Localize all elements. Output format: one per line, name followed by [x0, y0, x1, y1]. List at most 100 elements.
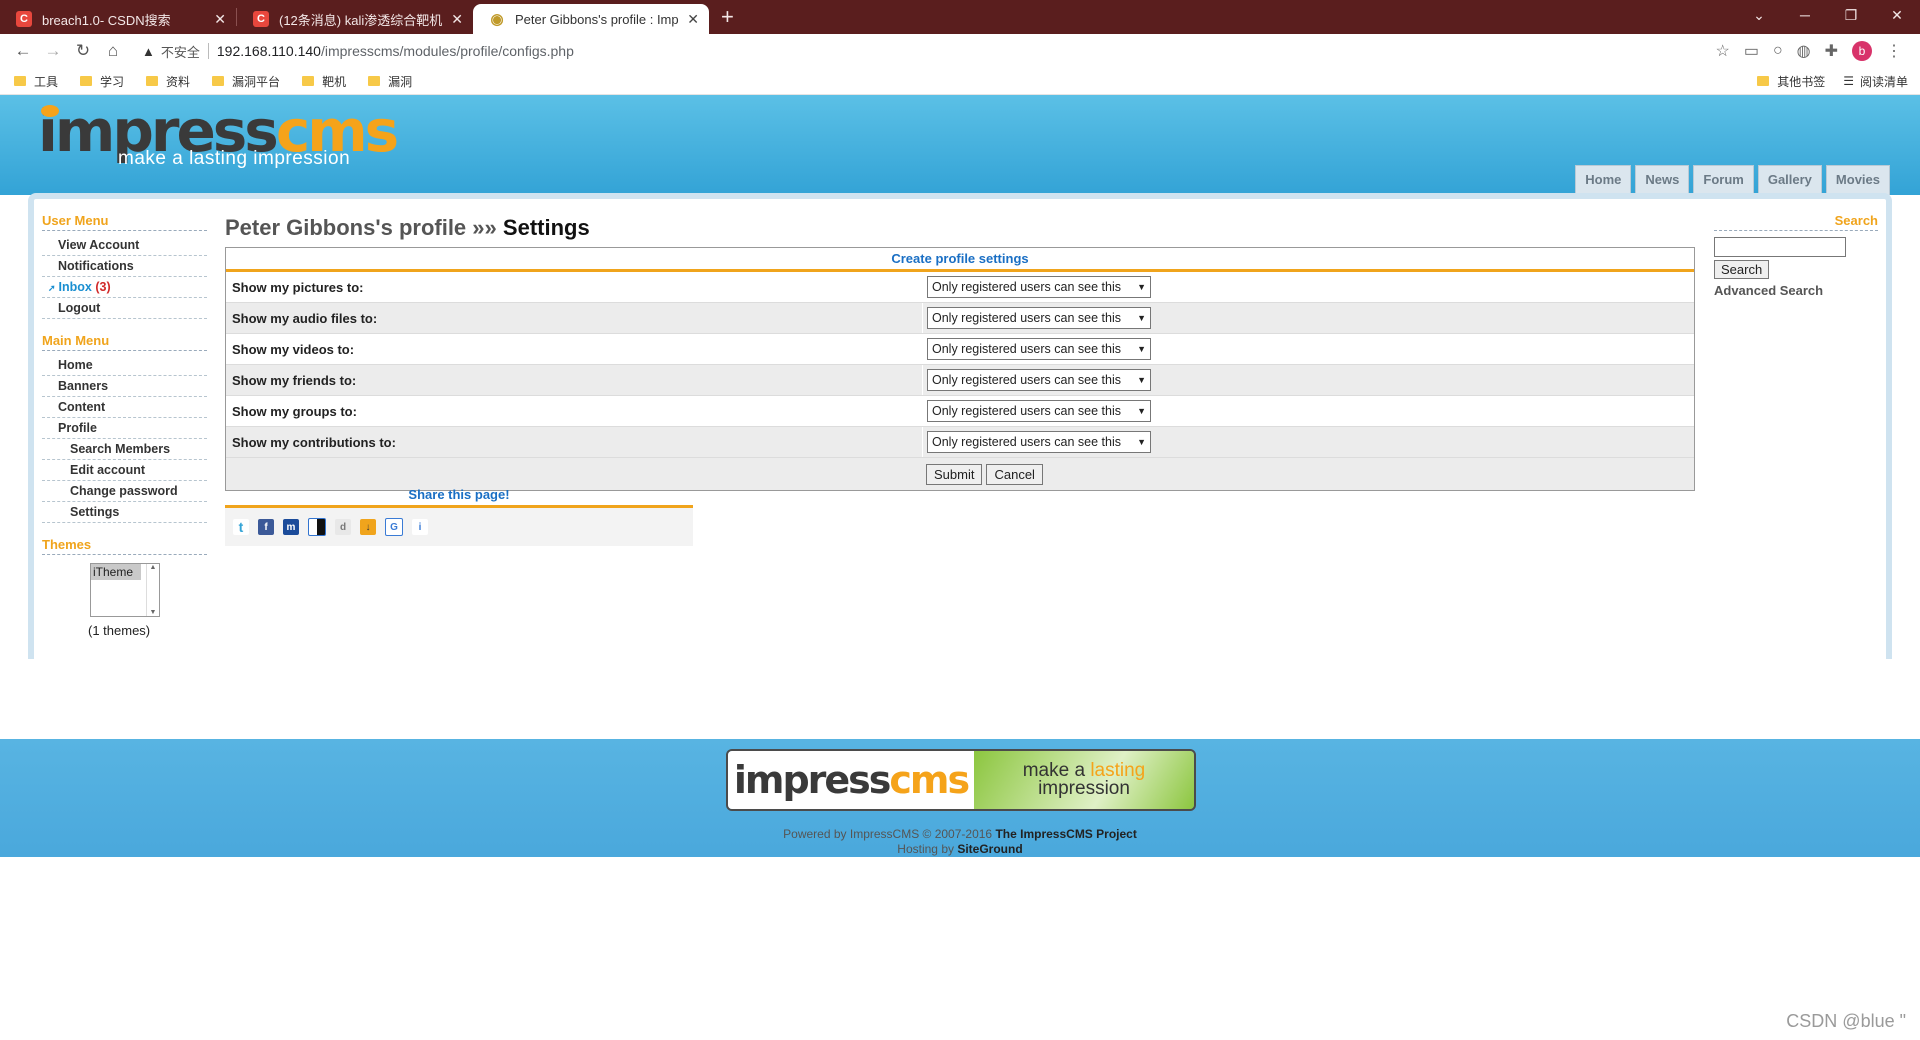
advanced-search-link[interactable]: Advanced Search [1714, 283, 1878, 298]
search-input[interactable] [1714, 237, 1846, 257]
privacy-select[interactable]: Only registered users can see this ▼ [927, 276, 1151, 298]
privacy-select[interactable]: Only registered users can see this ▼ [927, 338, 1151, 360]
main-content: Peter Gibbons's profile »» Settings Crea… [225, 215, 1695, 491]
new-tab-button[interactable]: + [721, 4, 734, 30]
select-value: Only registered users can see this [932, 435, 1121, 449]
reading-list[interactable]: ☰ 阅读清单 [1843, 73, 1908, 90]
scrollbar[interactable]: ▲ ▼ [146, 564, 159, 616]
menu-inbox[interactable]: ➚ Inbox (3) [42, 277, 207, 298]
theme-option[interactable]: iTheme [91, 564, 141, 580]
menu-content[interactable]: Content [42, 397, 207, 418]
share-block: Share this page! t f m d ↓ G i [225, 487, 693, 546]
digg-icon[interactable]: d [335, 519, 351, 535]
menu-settings[interactable]: Settings [42, 502, 207, 523]
url-text[interactable]: 192.168.110.140/impresscms/modules/profi… [217, 43, 574, 59]
reload-icon[interactable]: ↻ [68, 41, 98, 61]
search-button[interactable]: Search [1714, 260, 1770, 279]
stumbleupon-icon[interactable]: ↓ [360, 519, 376, 535]
twitter-icon[interactable]: t [233, 519, 249, 535]
profile-avatar[interactable]: b [1852, 41, 1872, 61]
inbox-count: (3) [95, 280, 111, 294]
hi5-icon[interactable]: i [412, 519, 428, 535]
extension-globe-icon[interactable]: ◍ [1797, 41, 1811, 61]
menu-notifications[interactable]: Notifications [42, 256, 207, 277]
browser-tab-active[interactable]: ◉ Peter Gibbons's profile : Impre ✕ [473, 4, 709, 34]
bookmark-folder[interactable]: 靶机 [302, 73, 346, 90]
bookmark-folder[interactable]: 学习 [80, 73, 124, 90]
nav-gallery[interactable]: Gallery [1757, 165, 1822, 195]
nav-news[interactable]: News [1635, 165, 1690, 195]
settings-form: Create profile settings Show my pictures… [225, 247, 1695, 491]
browser-tab-1[interactable]: C breach1.0- CSDN搜索 ✕ [0, 4, 236, 34]
bookmarks-bar: 工具 学习 资料 漏洞平台 靶机 漏洞 其他书签 ☰ 阅读清单 [0, 68, 1920, 95]
field-label: Show my pictures to: [232, 279, 364, 295]
nav-movies[interactable]: Movies [1825, 165, 1890, 195]
folder-icon [302, 76, 315, 86]
other-bookmarks[interactable]: 其他书签 [1757, 73, 1825, 90]
right-sidebar: Search Search Advanced Search [1714, 213, 1878, 298]
tab-search-chevron-icon[interactable]: ⌄ [1736, 7, 1782, 24]
google-icon[interactable]: G [385, 518, 403, 536]
form-row: Show my audio files to: Only registered … [226, 303, 1694, 334]
close-icon[interactable]: ✕ [214, 11, 226, 28]
bookmark-label: 靶机 [322, 74, 347, 89]
bookmarks-right: 其他书签 ☰ 阅读清单 [1757, 68, 1908, 94]
page-title-current: Settings [502, 215, 590, 240]
omnibox[interactable]: ▲ 不安全 192.168.110.140/impresscms/modules… [142, 37, 1715, 65]
folder-icon [146, 76, 159, 86]
privacy-select[interactable]: Only registered users can see this ▼ [927, 400, 1151, 422]
chevron-down-icon: ▼ [1137, 344, 1146, 354]
top-navigation: Home News Forum Gallery Movies [1575, 165, 1890, 195]
host-link[interactable]: SiteGround [957, 842, 1022, 856]
scroll-up-icon[interactable]: ▲ [150, 564, 157, 571]
nav-forum[interactable]: Forum [1693, 165, 1754, 195]
scroll-down-icon[interactable]: ▼ [150, 609, 157, 616]
page-title: Peter Gibbons's profile »» Settings [225, 215, 1695, 241]
menu-profile[interactable]: Profile [42, 418, 207, 439]
submit-button[interactable]: Submit [926, 463, 983, 485]
close-icon[interactable]: ✕ [451, 11, 463, 28]
minimize-icon[interactable]: ─ [1782, 7, 1828, 23]
delicious-icon[interactable] [308, 518, 326, 536]
menu-home[interactable]: Home [42, 355, 207, 376]
nav-home[interactable]: Home [1575, 165, 1632, 195]
cast-icon[interactable]: ▭ [1744, 41, 1759, 61]
project-link[interactable]: The ImpressCMS Project [995, 827, 1136, 841]
bookmark-star-icon[interactable]: ☆ [1715, 41, 1729, 61]
privacy-select[interactable]: Only registered users can see this ▼ [927, 431, 1151, 453]
facebook-icon[interactable]: f [258, 519, 274, 535]
menu-change-password[interactable]: Change password [42, 481, 207, 502]
bookmark-folder[interactable]: 工具 [14, 73, 58, 90]
extensions-puzzle-icon[interactable]: ✚ [1825, 41, 1838, 61]
cancel-button[interactable]: Cancel [986, 463, 1043, 485]
browser-tab-2[interactable]: C (12条消息) kali渗透综合靶机(十二 ✕ [237, 4, 473, 34]
privacy-select[interactable]: Only registered users can see this ▼ [927, 369, 1151, 391]
footer-logo[interactable]: impress cms make a lasting impression [726, 749, 1196, 811]
bookmark-folder[interactable]: 漏洞 [368, 73, 412, 90]
restore-icon[interactable]: ❐ [1828, 7, 1874, 24]
footer-logo-part1: impress [733, 758, 892, 802]
menu-logout[interactable]: Logout [42, 298, 207, 319]
forward-icon[interactable]: → [38, 41, 68, 61]
themes-select[interactable]: iTheme ▲ ▼ [90, 563, 160, 617]
security-label[interactable]: 不安全 [161, 42, 200, 61]
menu-view-account[interactable]: View Account [42, 235, 207, 256]
field-label: Show my groups to: [232, 403, 357, 419]
close-icon[interactable]: ✕ [687, 11, 699, 28]
menu-edit-account[interactable]: Edit account [42, 460, 207, 481]
close-window-icon[interactable]: ✕ [1874, 7, 1920, 24]
extension-circle-icon[interactable]: ○ [1773, 42, 1783, 60]
menu-banners[interactable]: Banners [42, 376, 207, 397]
menu-dots-icon[interactable]: ⋮ [1886, 41, 1902, 61]
powered-by-text: Powered by ImpressCMS © 2007-2016 [783, 827, 993, 841]
myspace-icon[interactable]: m [283, 519, 299, 535]
bookmark-folder[interactable]: 漏洞平台 [212, 73, 280, 90]
page-title-profile[interactable]: Peter Gibbons's profile [225, 215, 466, 240]
menu-search-members[interactable]: Search Members [42, 439, 207, 460]
privacy-select[interactable]: Only registered users can see this ▼ [927, 307, 1151, 329]
bookmark-folder[interactable]: 资料 [146, 73, 190, 90]
home-icon[interactable]: ⌂ [98, 41, 128, 61]
warning-icon[interactable]: ▲ [142, 44, 155, 59]
back-icon[interactable]: ← [8, 41, 38, 61]
site-logo[interactable]: impresscms make a lasting impression [38, 101, 399, 169]
